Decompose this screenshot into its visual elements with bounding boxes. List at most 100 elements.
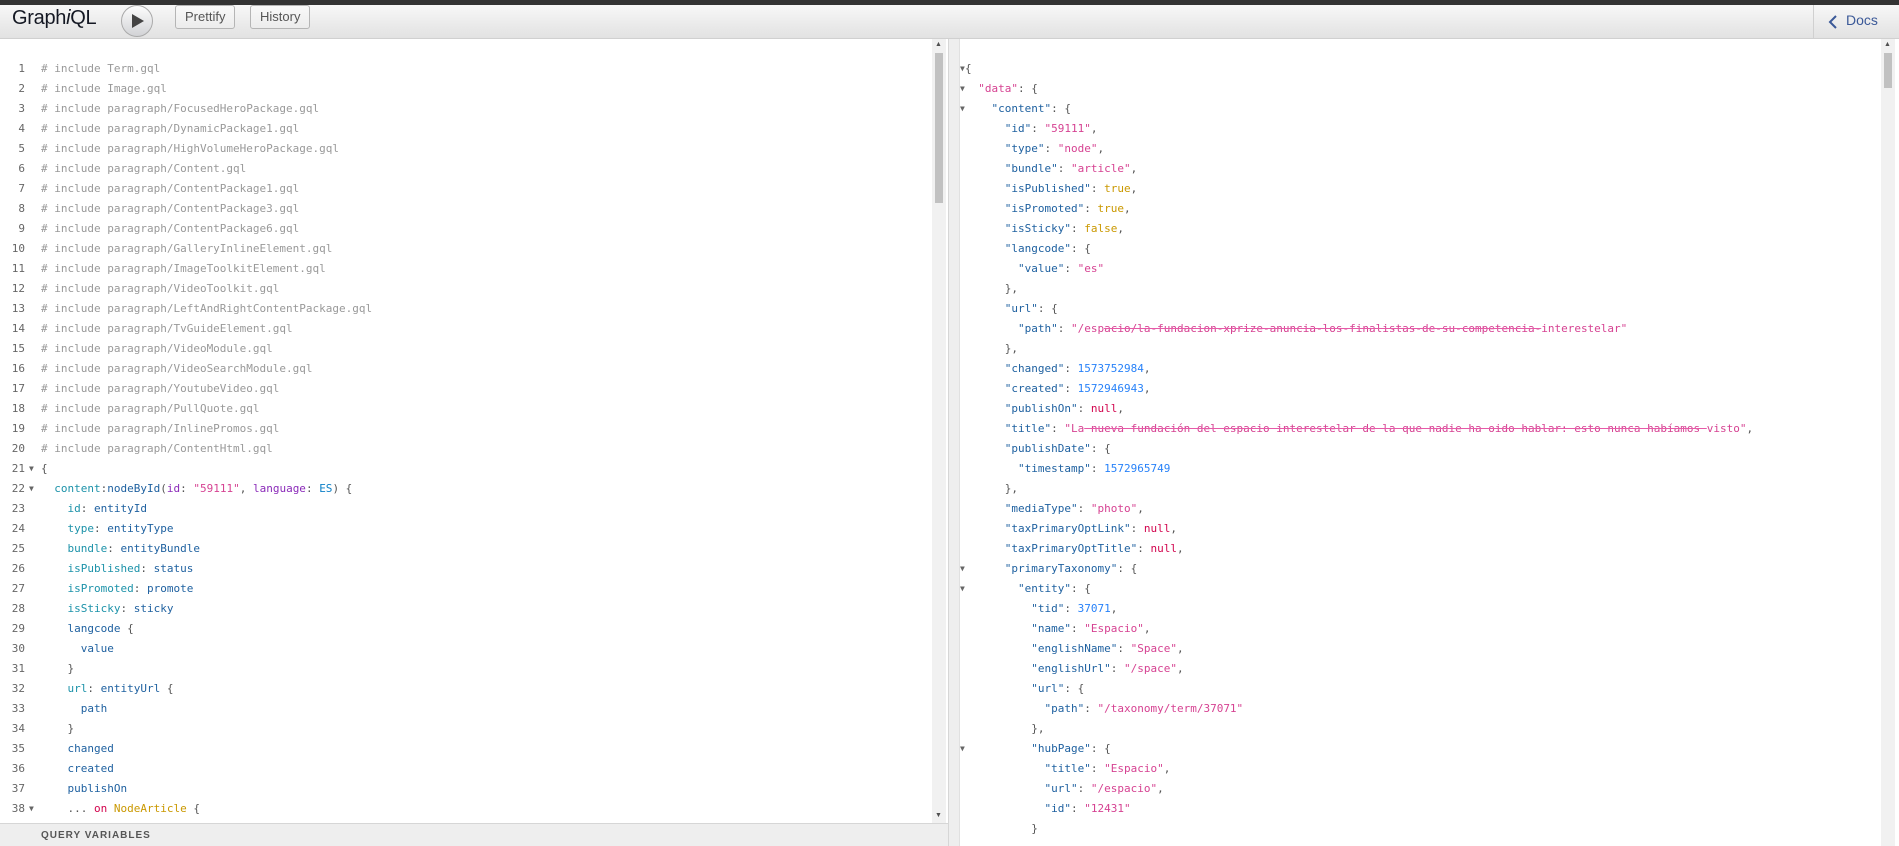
editor-line[interactable]: 23 id: entityId	[0, 499, 930, 519]
code-text: value	[41, 639, 114, 659]
code-token: }	[41, 722, 75, 735]
code-token: # include paragraph/VideoSearchModule.gq…	[41, 362, 313, 375]
json-token: "bundle"	[1004, 162, 1058, 175]
editor-line[interactable]: 33 path	[0, 699, 930, 719]
json-text: "publishDate": {	[965, 439, 1111, 459]
prettify-button[interactable]: Prettify	[175, 5, 236, 29]
editor-line[interactable]: 2 # include Image.gql	[0, 79, 930, 99]
code-token: "59111"	[193, 482, 240, 495]
editor-line[interactable]: 3 # include paragraph/FocusedHeroPackage.…	[0, 99, 930, 119]
json-text: "isPublished": true,	[965, 179, 1137, 199]
fold-arrow-icon[interactable]: ▼	[29, 479, 34, 499]
editor-line[interactable]: 4 # include paragraph/DynamicPackage1.gql	[0, 119, 930, 139]
result-scrollbar-thumb[interactable]	[1884, 53, 1892, 88]
editor-line[interactable]: 37 publishOn	[0, 779, 930, 799]
editor-line[interactable]: 30 value	[0, 639, 930, 659]
json-token: ,	[1176, 642, 1184, 655]
editor-line[interactable]: 6 # include paragraph/Content.gql	[0, 159, 930, 179]
editor-line[interactable]: 14 # include paragraph/TvGuideElement.gql	[0, 319, 930, 339]
json-token: "title"	[1004, 422, 1052, 435]
editor-line[interactable]: 27 isPromoted: promote	[0, 579, 930, 599]
pane-divider[interactable]	[948, 39, 960, 846]
code-text: }	[41, 659, 74, 679]
code-text: # include paragraph/Content.gql	[41, 159, 246, 179]
json-token: :	[1070, 222, 1085, 235]
code-token: # include paragraph/ContentPackage1.gql	[41, 182, 300, 195]
json-token: "photo"	[1090, 502, 1138, 515]
json-token: : {	[1090, 742, 1111, 755]
code-text: # include paragraph/DynamicPackage1.gql	[41, 119, 299, 139]
editor-line[interactable]: 18 # include paragraph/PullQuote.gql	[0, 399, 930, 419]
json-token: 37071	[1077, 602, 1111, 615]
docs-button[interactable]: Docs	[1813, 5, 1899, 38]
editor-line[interactable]: 22 ▼ content: nodeById(id: "59111", langua…	[0, 479, 930, 499]
editor-line[interactable]: 36 created	[0, 759, 930, 779]
json-token: :	[1130, 522, 1144, 535]
json-text: "data": {	[965, 79, 1038, 99]
editor-line[interactable]: 8 # include paragraph/ContentPackage3.gql	[0, 199, 930, 219]
editor-line[interactable]: 15 # include paragraph/VideoModule.gql	[0, 339, 930, 359]
execute-query-button[interactable]	[121, 5, 153, 37]
editor-line[interactable]: 25 bundle: entityBundle	[0, 539, 930, 559]
line-number: 37	[11, 782, 25, 795]
code-text: path	[41, 699, 108, 719]
editor-line[interactable]: 34 }	[0, 719, 930, 739]
json-token: ,	[1097, 142, 1105, 155]
json-text: },	[965, 279, 1018, 299]
editor-line[interactable]: 9 # include paragraph/ContentPackage6.gql	[0, 219, 930, 239]
code-token: entityBundle	[120, 542, 200, 555]
editor-line[interactable]: 7 # include paragraph/ContentPackage1.gql	[0, 179, 930, 199]
editor-line[interactable]: 24 type: entityType	[0, 519, 930, 539]
fold-arrow-icon[interactable]: ▼	[29, 799, 34, 819]
query-variables-header[interactable]: QUERY VARIABLES	[0, 823, 948, 846]
json-text: "id": "59111",	[965, 119, 1098, 139]
editor-line[interactable]: 12 # include paragraph/VideoToolkit.gql	[0, 279, 930, 299]
json-token: "created"	[1004, 382, 1065, 395]
editor-line[interactable]: 10 # include paragraph/GalleryInlineEleme…	[0, 239, 930, 259]
editor-line[interactable]: 5 # include paragraph/HighVolumeHeroPacka…	[0, 139, 930, 159]
code-token: ,	[239, 482, 253, 495]
line-number: 21	[11, 462, 25, 475]
editor-line[interactable]: 21 ▼ {	[0, 459, 930, 479]
editor-scrollbar[interactable]: ▲ ▼	[932, 39, 946, 823]
json-token: ,	[1157, 782, 1164, 795]
line-number: 25	[11, 542, 25, 555]
editor-line[interactable]: 38 ▼ ... on NodeArticle {	[0, 799, 930, 819]
editor-line[interactable]: 19 # include paragraph/InlinePromos.gql	[0, 419, 930, 439]
code-text: langcode {	[41, 619, 134, 639]
scroll-down-arrow-icon[interactable]: ▼	[935, 812, 942, 819]
fold-arrow-icon[interactable]: ▼	[29, 459, 34, 479]
code-token: # include Image.gql	[41, 82, 167, 95]
scroll-up-arrow-icon[interactable]: ▲	[935, 41, 942, 48]
editor-line[interactable]: 29 langcode {	[0, 619, 930, 639]
editor-line[interactable]: 17 # include paragraph/YoutubeVideo.gql	[0, 379, 930, 399]
editor-line[interactable]: 26 isPublished: status	[0, 559, 930, 579]
editor-line[interactable]: 16 # include paragraph/VideoSearchModule.…	[0, 359, 930, 379]
editor-scrollbar-thumb[interactable]	[935, 53, 943, 203]
json-token: ,	[1130, 162, 1138, 175]
editor-line[interactable]: 11 # include paragraph/ImageToolkitElemen…	[0, 259, 930, 279]
editor-line[interactable]: 35 changed	[0, 739, 930, 759]
editor-line[interactable]: 31 }	[0, 659, 930, 679]
editor-line[interactable]: 13 # include paragraph/LeftAndRightConten…	[0, 299, 930, 319]
editor-line[interactable]: 28 isSticky: sticky	[0, 599, 930, 619]
result-scroll-up-arrow-icon[interactable]: ▲	[1884, 41, 1891, 48]
line-number: 4	[18, 122, 25, 135]
line-number: 10	[11, 242, 25, 255]
json-text: "taxPrimaryOptTitle": null,	[965, 539, 1184, 559]
result-scrollbar[interactable]: ▲	[1881, 39, 1895, 846]
query-editor[interactable]: 1 # include Term.gql 2 # include Image.gql 3…	[0, 39, 948, 823]
editor-line[interactable]: 20 # include paragraph/ContentHtml.gql	[0, 439, 930, 459]
json-token: "path"	[1044, 702, 1085, 715]
history-button[interactable]: History	[250, 5, 311, 29]
query-code[interactable]: 1 # include Term.gql 2 # include Image.gql 3…	[0, 59, 930, 819]
json-text: "created": 1572946943,	[965, 379, 1151, 399]
json-token: "publishDate"	[1004, 442, 1091, 455]
editor-line[interactable]: 1 # include Term.gql	[0, 59, 930, 79]
line-number: 15	[11, 342, 25, 355]
editor-line[interactable]: 32 url: entityUrl {	[0, 679, 930, 699]
json-token: "La	[1064, 422, 1085, 435]
